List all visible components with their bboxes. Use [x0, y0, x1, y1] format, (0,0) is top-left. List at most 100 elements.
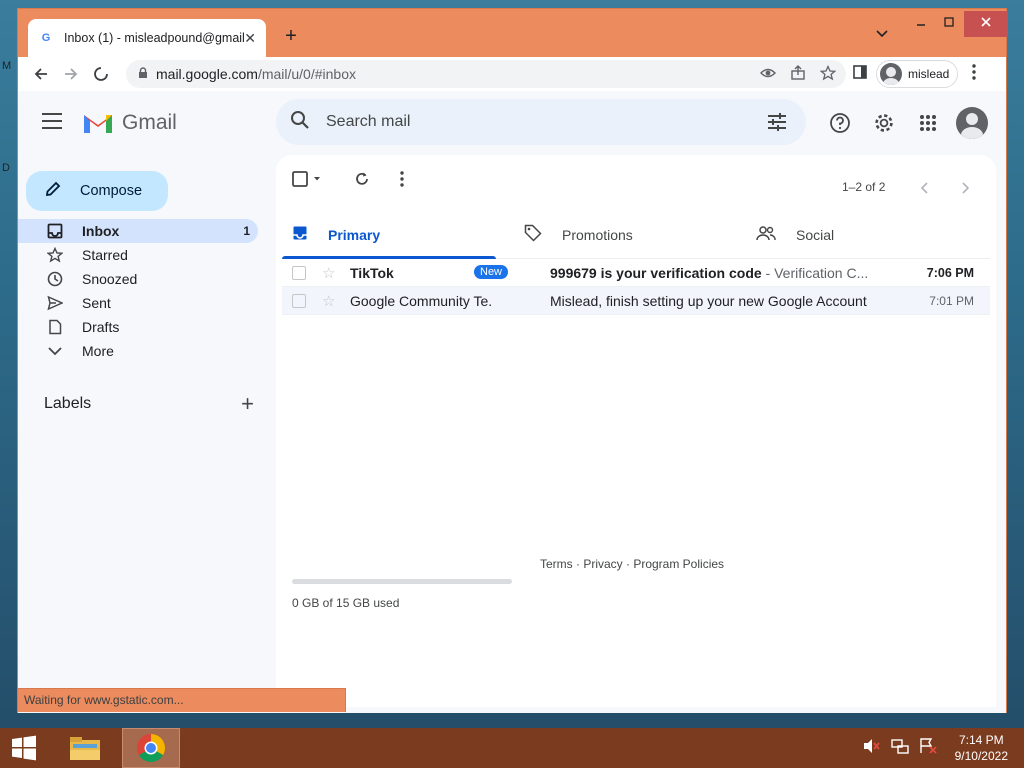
sidebar-item-label: More [82, 343, 114, 359]
older-page-icon[interactable] [960, 181, 970, 199]
sidebar-nav: Inbox 1 Starred Snoozed Sent Drafts More [18, 219, 258, 363]
sidebar-item-inbox[interactable]: Inbox 1 [18, 219, 258, 243]
bookmark-star-icon[interactable] [819, 64, 837, 84]
tab-social[interactable]: Social [746, 211, 978, 258]
newer-page-icon[interactable] [920, 181, 930, 199]
storage-info: 0 GB of 15 GB used [292, 579, 512, 610]
account-avatar[interactable] [956, 107, 988, 139]
eye-privacy-icon[interactable] [760, 65, 776, 84]
tab-primary[interactable]: Primary [282, 211, 514, 259]
sidebar-item-more[interactable]: More [18, 339, 258, 363]
labels-heading: Labels [44, 395, 92, 412]
row-checkbox[interactable] [292, 265, 306, 280]
search-options-icon[interactable] [766, 111, 788, 138]
share-icon[interactable] [790, 65, 806, 84]
tab-title: Inbox (1) - misleadpound@gmail.com - Gma… [64, 31, 244, 45]
pencil-icon [44, 180, 62, 202]
browser-tab-gmail[interactable]: G Inbox (1) - misleadpound@gmail.com - G… [28, 19, 266, 57]
sidebar-item-label: Sent [82, 295, 111, 311]
google-apps-icon[interactable] [912, 107, 944, 139]
desktop-icon-fragment-d[interactable]: D [2, 162, 10, 174]
gmail-page: Gmail Search mail Compose Inbox 1 Starre… [18, 91, 1006, 713]
system-tray: 7:14 PM 9/10/2022 [863, 732, 1008, 764]
browser-titlebar: G Inbox (1) - misleadpound@gmail.com - G… [18, 9, 1008, 57]
new-tab-button[interactable]: + [280, 25, 302, 47]
loading-status: Waiting for www.gstatic.com... [18, 688, 346, 712]
compose-button[interactable]: Compose [26, 171, 168, 211]
list-toolbar: 1–2 of 2 [276, 155, 996, 203]
email-subject-line: 999679 is your verification code - Verif… [550, 265, 880, 281]
category-tabs: Primary Promotions Social [282, 211, 990, 259]
tab-promotions[interactable]: Promotions [514, 211, 746, 258]
lock-icon[interactable] [138, 66, 148, 82]
url-path: /mail/u/0/#inbox [257, 66, 356, 82]
compose-label: Compose [80, 183, 143, 199]
profile-button[interactable]: mislead [876, 60, 959, 88]
header-actions [824, 107, 944, 139]
action-center-flag-icon[interactable] [919, 737, 937, 759]
search-input[interactable] [326, 113, 726, 131]
sidebar-item-label: Inbox [82, 223, 120, 239]
refresh-icon[interactable] [354, 171, 370, 192]
unread-count: 1 [243, 224, 250, 238]
tab-label: Promotions [562, 226, 633, 243]
email-time: 7:06 PM [926, 265, 974, 280]
forward-button[interactable] [56, 59, 86, 89]
sidebar-item-drafts[interactable]: Drafts [18, 315, 258, 339]
network-icon[interactable] [890, 738, 909, 759]
chrome-taskbar-icon[interactable] [122, 728, 180, 768]
gmail-logo[interactable]: Gmail [82, 111, 177, 135]
volume-muted-icon[interactable] [863, 738, 881, 759]
browser-window: G Inbox (1) - misleadpound@gmail.com - G… [17, 8, 1008, 713]
help-icon[interactable] [824, 107, 856, 139]
gmail-m-icon [84, 115, 112, 133]
close-window-button[interactable] [964, 11, 1008, 37]
people-icon [756, 225, 776, 244]
star-icon [46, 246, 64, 264]
tab-close-icon[interactable]: ✕ [244, 30, 256, 47]
profile-avatar [880, 63, 902, 85]
search-bar[interactable] [276, 99, 806, 145]
sidebar-item-sent[interactable]: Sent [18, 291, 258, 315]
reload-loading-button[interactable] [86, 59, 116, 89]
side-panel-icon[interactable] [852, 64, 868, 85]
email-sender: Google Community Te. [350, 292, 493, 309]
windows-start-button[interactable] [0, 728, 48, 768]
search-icon[interactable] [290, 110, 310, 135]
more-actions-icon[interactable] [400, 171, 404, 192]
inbox-icon [292, 225, 308, 244]
add-label-icon[interactable]: + [241, 391, 254, 417]
draft-icon [46, 318, 64, 336]
mail-list-panel: 1–2 of 2 Primary Promotions Social ☆ Tik… [276, 155, 996, 707]
gmail-header: Gmail [18, 91, 1006, 155]
maximize-button[interactable] [932, 11, 966, 37]
tag-icon [524, 224, 542, 245]
back-button[interactable] [26, 59, 56, 89]
pagination-text: 1–2 of 2 [842, 180, 886, 194]
footer-links[interactable]: Terms · Privacy · Program Policies [540, 557, 724, 571]
url-text: mail.google.com/mail/u/0/#inbox [156, 66, 356, 82]
email-row[interactable]: ☆ Google Community Te. Mislead, finish s… [282, 287, 990, 315]
email-snippet: - Verification C... [761, 264, 869, 281]
file-explorer-taskbar-icon[interactable] [56, 728, 114, 768]
desktop-icon-fragment-m[interactable]: M [2, 60, 11, 72]
storage-text: 0 GB of 15 GB used [292, 596, 400, 610]
browser-menu-icon[interactable] [972, 63, 977, 85]
taskbar-clock[interactable]: 7:14 PM 9/10/2022 [955, 732, 1008, 764]
profile-name: mislead [908, 67, 950, 81]
settings-gear-icon[interactable] [868, 107, 900, 139]
star-icon[interactable]: ☆ [322, 264, 335, 282]
email-list: ☆ TikTok New 999679 is your verification… [282, 259, 990, 315]
select-all-checkbox[interactable] [292, 171, 322, 192]
star-icon[interactable]: ☆ [322, 292, 335, 310]
sidebar-item-label: Snoozed [82, 271, 138, 287]
address-bar[interactable]: mail.google.com/mail/u/0/#inbox [126, 60, 846, 88]
tab-search-chevron-icon[interactable] [876, 27, 888, 41]
email-row[interactable]: ☆ TikTok New 999679 is your verification… [282, 259, 990, 287]
taskbar: 7:14 PM 9/10/2022 [0, 728, 1024, 768]
row-checkbox[interactable] [292, 293, 306, 308]
sidebar-item-label: Drafts [82, 319, 120, 335]
main-menu-icon[interactable] [42, 113, 62, 129]
sidebar-item-starred[interactable]: Starred [18, 243, 258, 267]
sidebar-item-snoozed[interactable]: Snoozed [18, 267, 258, 291]
